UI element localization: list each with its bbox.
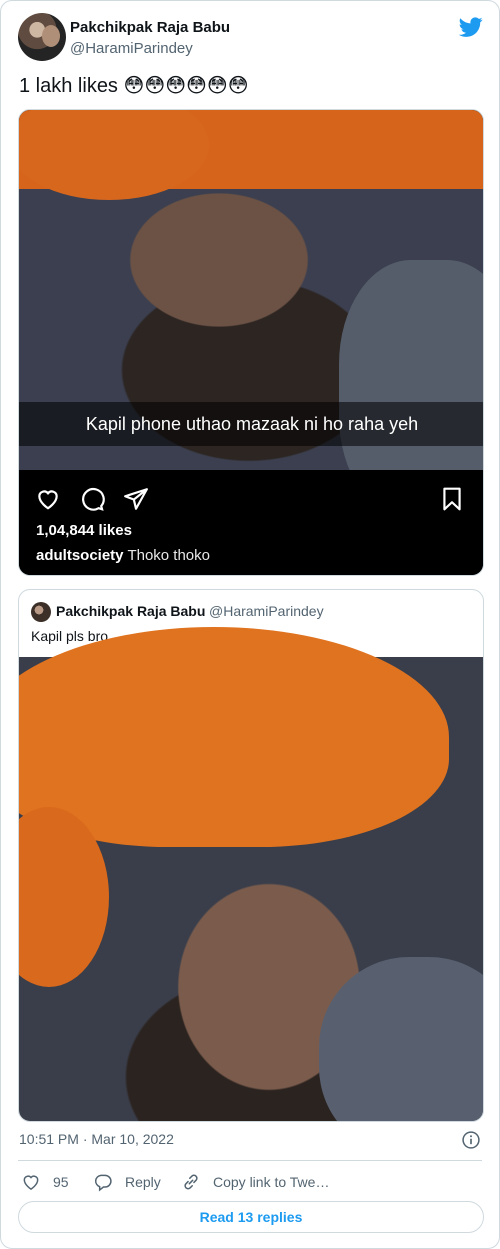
instagram-screenshot-image[interactable]: Kapil phone uthao mazaak ni ho raha yeh … [18,109,484,576]
author-avatar[interactable] [18,13,66,61]
hoodie-shape [319,957,483,1121]
author-name[interactable]: Pakchikpak Raja Babu [70,19,230,36]
info-icon[interactable] [461,1130,481,1150]
quoted-tweet[interactable]: Pakchikpak Raja Babu @HaramiParindey Kap… [18,589,484,1122]
bookmark-icon [443,487,461,511]
turban-shape [19,110,209,200]
twitter-bird-icon[interactable] [459,15,483,39]
photo-caption: Kapil phone uthao mazaak ni ho raha yeh [19,402,483,446]
quoted-author-handle: @HaramiParindey [209,603,324,619]
comment-icon [82,487,105,511]
read-replies-button[interactable]: Read 13 replies [18,1201,484,1233]
copy-link-label: Copy link to Twe… [213,1174,330,1190]
instagram-photo: Kapil phone uthao mazaak ni ho raha yeh [19,110,483,520]
quoted-author-avatar [31,602,51,622]
instagram-username: adultsociety [36,547,124,564]
reply-label: Reply [125,1174,161,1190]
link-icon [184,1174,198,1190]
embedded-tweet-card: Pakchikpak Raja Babu @HaramiParindey 1 l… [0,0,500,1249]
reply-icon [94,1174,112,1192]
heart-icon [23,1175,39,1190]
divider [18,1160,482,1161]
instagram-caption: adultsociety Thoko thoko [36,547,210,564]
instagram-caption-text: Thoko thoko [127,547,210,564]
tweet-text: 1 lakh likes 😳😳😳😳😳😳 [19,75,249,97]
copy-link-button[interactable]: Copy link to Twe… [181,1171,329,1193]
reply-button[interactable]: Reply [93,1171,161,1193]
instagram-action-bar: 1,04,844 likes adultsociety Thoko thoko [19,470,483,575]
like-button[interactable]: 95 [21,1171,69,1193]
like-count: 95 [53,1174,69,1190]
instagram-likes: 1,04,844 likes [36,522,132,539]
quoted-author-name: Pakchikpak Raja Babu [56,603,206,619]
heart-icon [38,490,58,510]
avatar-face [42,25,60,47]
author-handle[interactable]: @HaramiParindey [70,40,193,57]
quoted-tweet-photo[interactable] [19,627,483,1121]
tweet-header: Pakchikpak Raja Babu @HaramiParindey [18,13,485,63]
tweet-timestamp[interactable]: 10:51 PM · Mar 10, 2022 [19,1131,174,1147]
turban-shape [19,627,449,847]
share-icon [124,488,148,510]
